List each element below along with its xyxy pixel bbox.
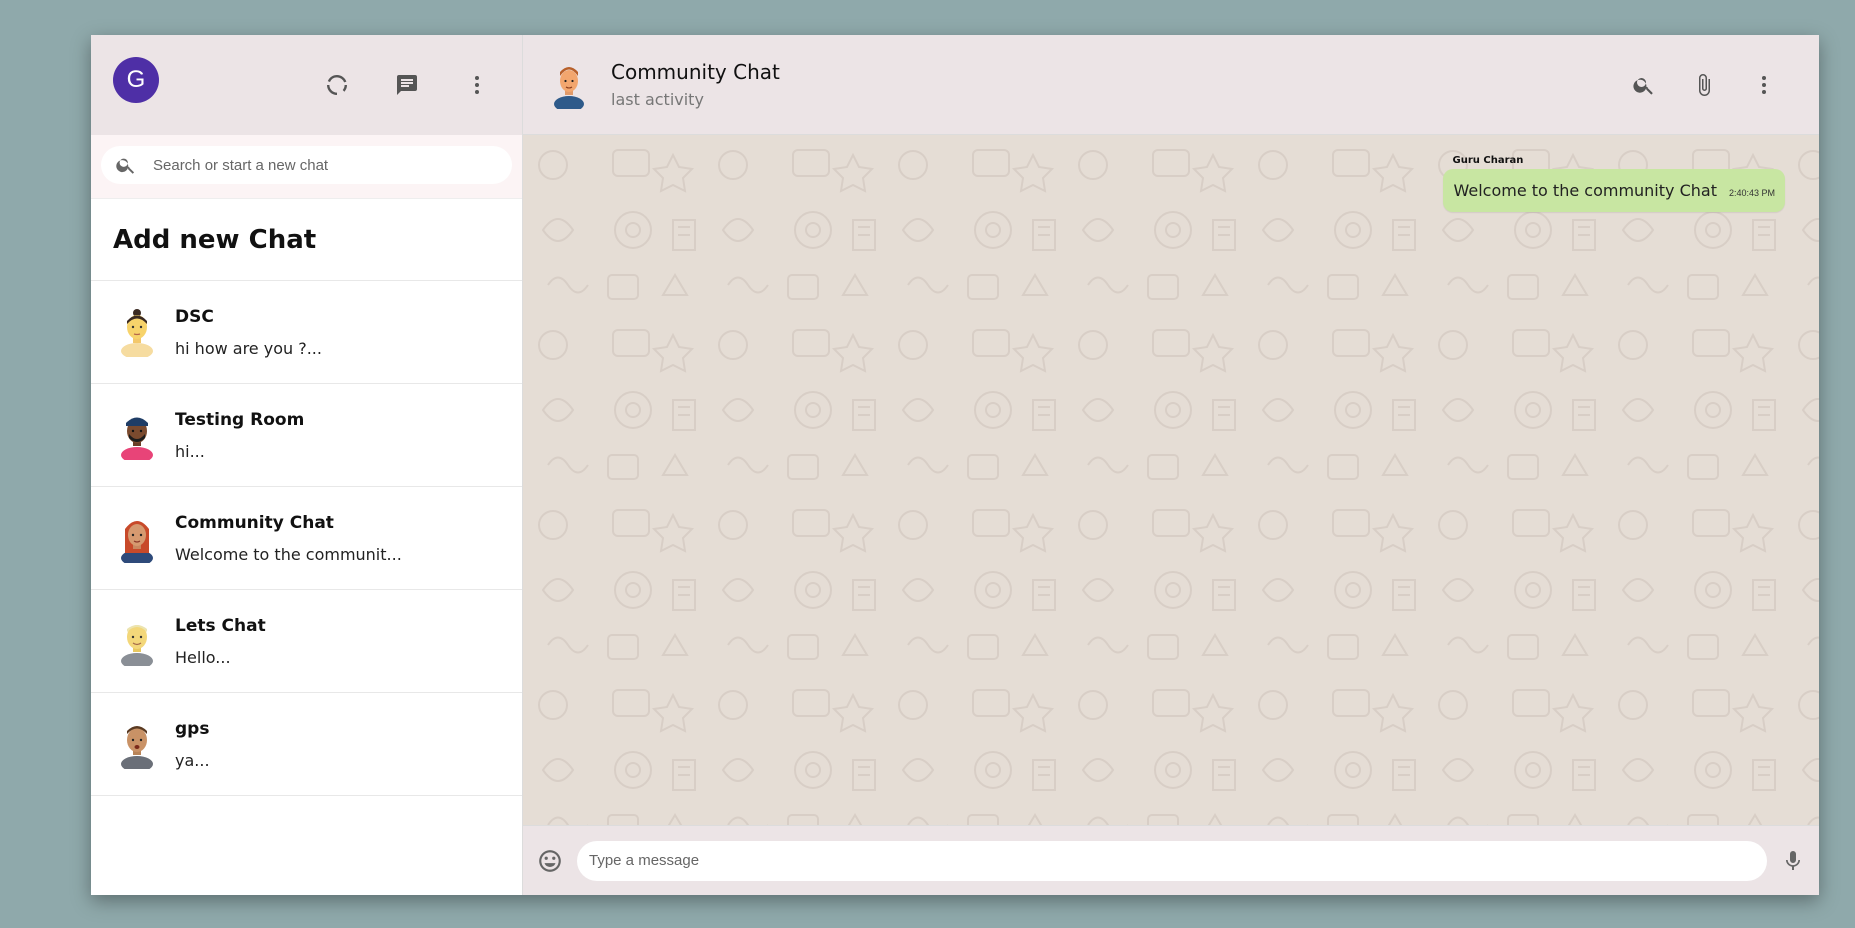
chat-header-actions xyxy=(1629,35,1779,135)
chat-header: Community Chat last activity xyxy=(523,35,1819,135)
avatar xyxy=(121,417,153,460)
chat-last-message: hi how are you ?... xyxy=(175,338,322,358)
emoji-icon[interactable] xyxy=(537,848,563,874)
message-input[interactable] xyxy=(577,840,1767,881)
status-icon[interactable] xyxy=(322,70,352,100)
chat-icon[interactable] xyxy=(392,70,422,100)
chat-info: Lets Chat Hello... xyxy=(175,616,266,667)
add-new-chat[interactable]: Add new Chat xyxy=(91,199,522,281)
avatar xyxy=(121,521,153,563)
search-icon xyxy=(116,158,135,174)
message-bubble[interactable]: Guru Charan Welcome to the community Cha… xyxy=(1442,155,1785,212)
chat-name: Testing Room xyxy=(175,409,305,430)
search-bar xyxy=(101,146,512,184)
chat-avatar[interactable] xyxy=(549,61,589,109)
chat-title: Community Chat xyxy=(611,60,780,84)
chat-name: Community Chat xyxy=(175,512,334,533)
chat-item-lets-chat[interactable]: Lets Chat Hello... xyxy=(91,590,522,693)
chat-last-message: hi... xyxy=(175,441,205,461)
chat-name: Lets Chat xyxy=(175,615,266,636)
search-container xyxy=(91,135,522,199)
avatar xyxy=(121,309,153,357)
message-sender: Guru Charan xyxy=(1452,155,1524,166)
avatar xyxy=(121,625,153,666)
mic-icon[interactable] xyxy=(1781,849,1805,873)
chat-last-message: Hello... xyxy=(175,647,231,667)
chat-info: DSC hi how are you ?... xyxy=(175,307,322,358)
message-timestamp: 2:40:43 PM xyxy=(1728,188,1775,198)
search-input[interactable] xyxy=(153,156,498,174)
chat-item-testing-room[interactable]: Testing Room hi... xyxy=(91,384,522,487)
chat-last-message: ya... xyxy=(175,750,210,770)
chat-name: DSC xyxy=(175,306,214,327)
sidebar: G Add new Chat xyxy=(91,35,523,895)
more-vert-icon[interactable] xyxy=(462,70,492,100)
message-composer xyxy=(523,825,1819,895)
doodle-background xyxy=(523,135,1819,825)
chat-last-message: Welcome to the communit... xyxy=(175,544,402,564)
chat-info: gps ya... xyxy=(175,719,210,770)
more-vert-icon[interactable] xyxy=(1749,70,1779,100)
chat-info: Community Chat Welcome to the communit..… xyxy=(175,513,402,564)
chat-item-gps[interactable]: gps ya... xyxy=(91,693,522,796)
chat-info: Testing Room hi... xyxy=(175,410,304,461)
search-icon[interactable] xyxy=(1629,70,1659,100)
chat-list: DSC hi how are you ?... Testing Room hi.… xyxy=(91,281,522,796)
chat-subtitle: last activity xyxy=(611,90,704,109)
message-text: Welcome to the community Chat xyxy=(1453,181,1717,200)
chat-panel: Community Chat last activity Guru Charan… xyxy=(523,35,1819,895)
avatar xyxy=(121,726,153,769)
chat-item-dsc[interactable]: DSC hi how are you ?... xyxy=(91,281,522,384)
chat-app: G Add new Chat xyxy=(91,35,1819,895)
sidebar-actions xyxy=(322,35,492,135)
user-avatar[interactable]: G xyxy=(113,57,159,103)
chat-header-info: Community Chat last activity xyxy=(611,60,780,109)
sidebar-header: G xyxy=(91,35,522,135)
chat-item-community-chat[interactable]: Community Chat Welcome to the communit..… xyxy=(91,487,522,590)
chat-messages-area[interactable]: Guru Charan Welcome to the community Cha… xyxy=(523,135,1819,825)
chat-name: gps xyxy=(175,718,210,739)
attach-icon[interactable] xyxy=(1689,70,1719,100)
